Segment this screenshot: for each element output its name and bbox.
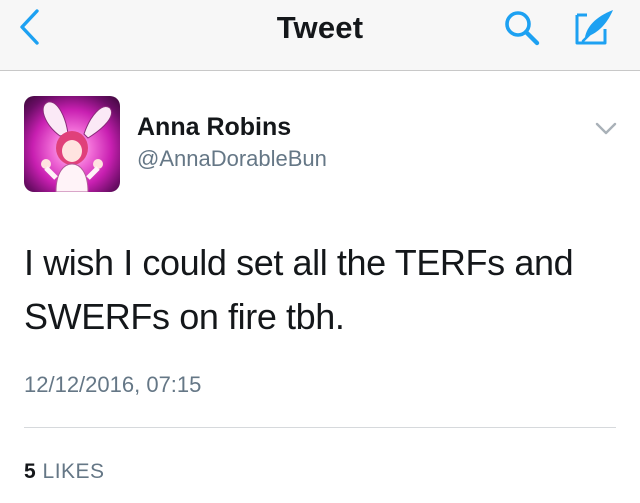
- likes-count: 5: [24, 460, 37, 483]
- tweet-options-button[interactable]: [592, 118, 620, 140]
- author-handle: @AnnaDorableBun: [137, 146, 327, 171]
- avatar[interactable]: [24, 96, 120, 192]
- compose-tweet-button[interactable]: [570, 4, 620, 50]
- author-name[interactable]: Anna Robins: [137, 113, 291, 142]
- navigation-bar: Tweet: [0, 0, 640, 71]
- tweet-text-line: I wish I could set all the TERFs and: [24, 242, 574, 283]
- chevron-down-icon: [595, 122, 617, 135]
- compose-tweet-icon: [575, 10, 613, 45]
- avatar-illustration: [41, 101, 112, 192]
- tweet-detail-screen: Tweet Anna Robins @AnnaDorableBun I wish…: [0, 0, 640, 503]
- tweet-timestamp: 12/12/2016, 07:15: [24, 372, 202, 397]
- search-icon: [505, 11, 540, 46]
- search-button[interactable]: [498, 6, 546, 50]
- likes-label: LIKES: [42, 460, 105, 483]
- tweet-text: I wish I could set all the TERFs and SWE…: [24, 236, 624, 344]
- tweet-text-line: SWERFs on fire tbh.: [24, 296, 345, 337]
- likes-link[interactable]: 5 LIKES: [24, 460, 105, 484]
- divider: [24, 427, 616, 428]
